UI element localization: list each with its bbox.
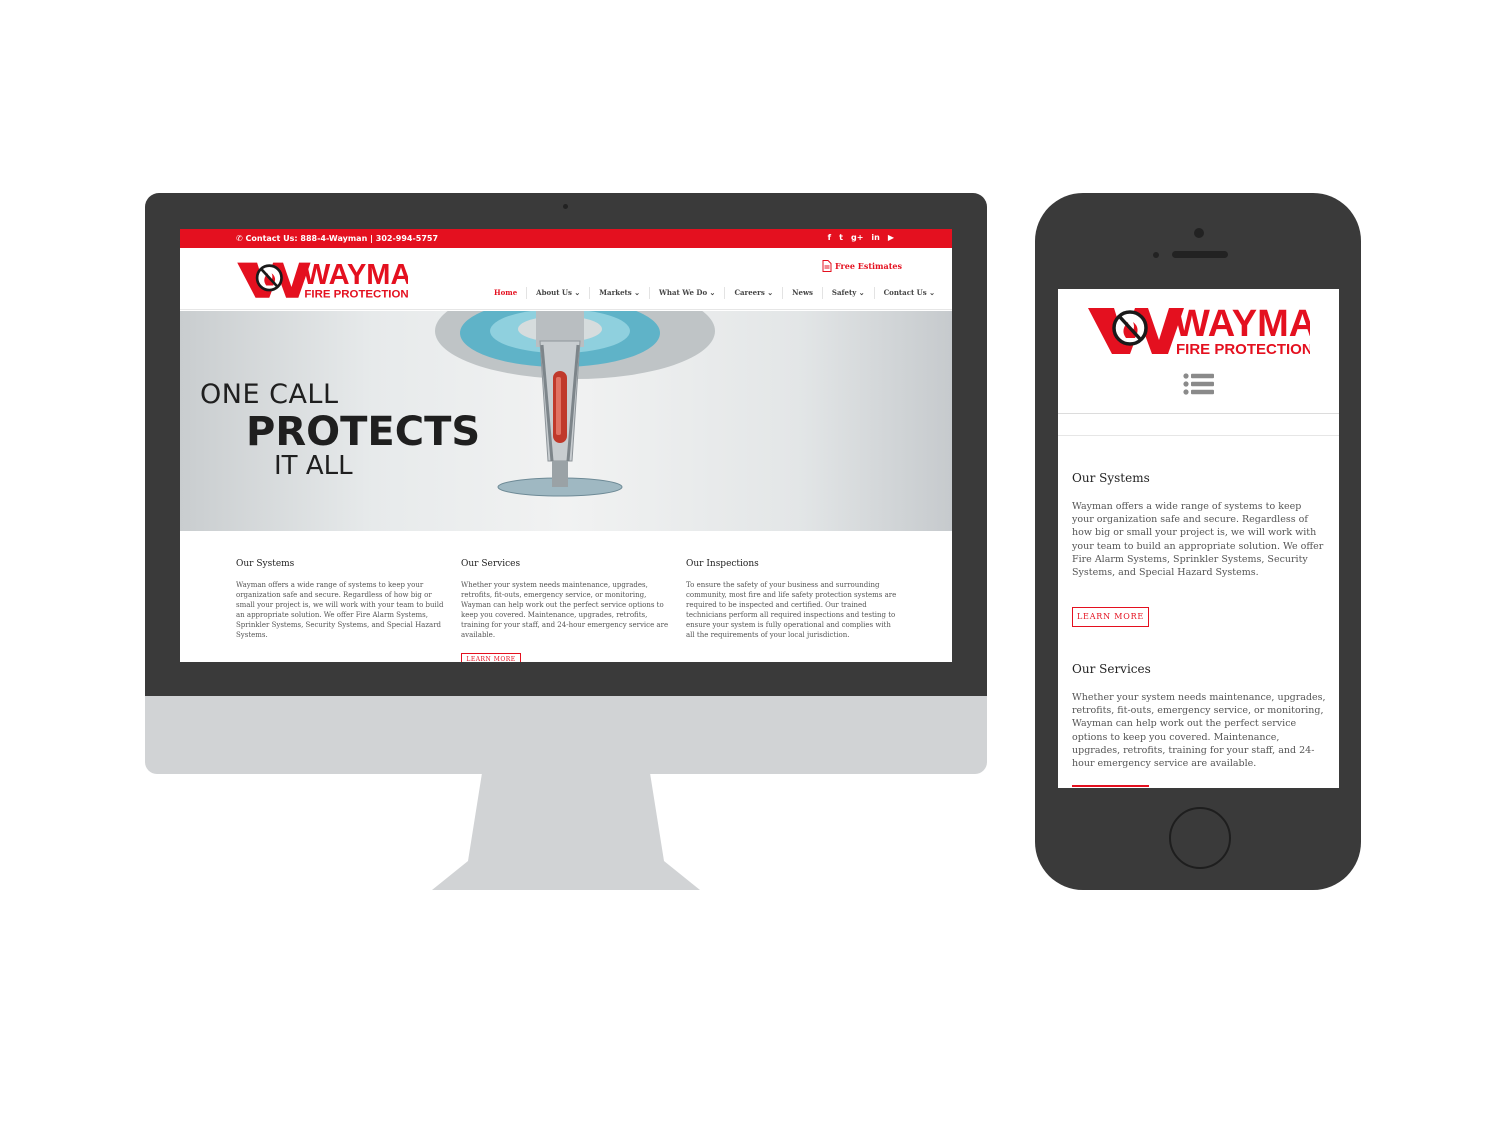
nav-item-careers[interactable]: Careers ⌄: [725, 287, 784, 299]
desktop-screen: ✆ Contact Us: 888-4-Wayman | 302-994-575…: [180, 229, 952, 662]
logo-tagline: FIRE PROTECTION: [304, 289, 408, 300]
nav-item-contact-us[interactable]: Contact Us ⌄: [875, 287, 944, 299]
section-title: Our Services: [1072, 662, 1151, 676]
youtube-icon[interactable]: ▶: [888, 233, 894, 242]
nav-label: Home: [494, 288, 518, 297]
section-body: To ensure the safety of your business an…: [686, 581, 897, 639]
learn-more-button-partial[interactable]: [1072, 785, 1149, 788]
wayman-logo[interactable]: WAYMAN FIRE PROTECTION: [236, 258, 408, 300]
nav-label: Careers: [734, 288, 765, 297]
nav-label: What We Do: [659, 288, 708, 297]
section-body: Wayman offers a wide range of systems to…: [1072, 501, 1324, 579]
mobile-section-our-systems: Our Systems Wayman offers a wide range o…: [1072, 471, 1326, 579]
phone-home-button[interactable]: [1169, 807, 1231, 869]
nav-item-safety[interactable]: Safety ⌄: [823, 287, 875, 299]
nav-item-about-us[interactable]: About Us ⌄: [527, 287, 591, 299]
logo-wordmark: WAYMAN: [303, 259, 408, 291]
section-title: Our Services: [461, 559, 521, 569]
free-estimates-label: Free Estimates: [835, 261, 902, 271]
mobile-section-our-services: Our Services Whether your system needs m…: [1072, 662, 1326, 770]
wayman-logo[interactable]: WAYMAN FIRE PROTECTION: [1088, 302, 1310, 357]
column-our-services: Our Services Whether your system needs m…: [461, 559, 673, 640]
facebook-icon[interactable]: f: [828, 233, 831, 242]
phone-sensor: [1153, 252, 1159, 258]
site-header: WAYMAN FIRE PROTECTION Free Estimates Ho…: [180, 248, 952, 310]
chevron-down-icon: ⌄: [707, 288, 716, 297]
nav-label: About Us: [536, 288, 572, 297]
contact-info[interactable]: ✆ Contact Us: 888-4-Wayman | 302-994-575…: [236, 234, 438, 243]
chevron-down-icon: ⌄: [571, 288, 581, 297]
phone-speaker: [1172, 251, 1228, 258]
hero-banner: ONE CALL PROTECTS IT ALL: [180, 311, 952, 531]
section-title: Our Systems: [1072, 471, 1150, 485]
chevron-down-icon: ⌄: [631, 288, 641, 297]
section-title: Our Systems: [236, 559, 295, 569]
chevron-down-icon: ⌄: [856, 288, 865, 297]
logo-wordmark: WAYMAN: [1174, 303, 1310, 345]
linkedin-icon[interactable]: in: [871, 233, 879, 242]
monitor-chin: [145, 696, 987, 774]
hero-line-1: ONE CALL: [200, 379, 339, 410]
phone-icon: ✆: [236, 234, 246, 243]
free-estimates-link[interactable]: Free Estimates: [822, 260, 902, 272]
section-title: Our Inspections: [686, 559, 759, 569]
contact-text: Contact Us: 888-4-Wayman | 302-994-5757: [245, 234, 439, 243]
section-body: Wayman offers a wide range of systems to…: [236, 581, 444, 639]
logo-tagline: FIRE PROTECTION: [1176, 341, 1310, 357]
divider: [1058, 435, 1339, 436]
nav-item-home[interactable]: Home: [485, 287, 528, 299]
monitor-stand: [432, 773, 700, 890]
phone-camera: [1194, 228, 1204, 238]
social-links: f t g+ in ▶: [828, 233, 894, 242]
google-plus-icon[interactable]: g+: [851, 233, 863, 242]
monitor-camera: [563, 204, 568, 209]
column-our-systems: Our Systems Wayman offers a wide range o…: [236, 559, 448, 640]
section-body: Whether your system needs maintenance, u…: [461, 581, 669, 639]
main-nav: Home About Us ⌄ Markets ⌄ What We Do ⌄ C…: [485, 287, 944, 299]
twitter-icon[interactable]: t: [839, 233, 843, 242]
section-body: Whether your system needs maintenance, u…: [1072, 692, 1326, 770]
nav-item-markets[interactable]: Markets ⌄: [590, 287, 651, 299]
hero-line-2: PROTECTS: [246, 409, 480, 455]
list-menu-icon[interactable]: [1183, 373, 1214, 395]
learn-more-button[interactable]: LEARN MORE: [461, 653, 521, 662]
content-columns: Our Systems Wayman offers a wide range o…: [180, 531, 952, 662]
nav-item-news[interactable]: News: [783, 287, 823, 299]
document-icon: [822, 260, 832, 272]
nav-label: Markets: [599, 288, 632, 297]
sprinkler-image: ONE CALL PROTECTS IT ALL: [200, 311, 715, 497]
nav-label: News: [792, 288, 813, 297]
nav-label: Contact Us: [883, 288, 927, 297]
nav-label: Safety: [831, 288, 857, 297]
divider: [1058, 413, 1339, 414]
mobile-screen: WAYMAN FIRE PROTECTION Our Systems Wayma…: [1058, 289, 1339, 788]
column-our-inspections: Our Inspections To ensure the safety of …: [686, 559, 898, 640]
nav-item-what-we-do[interactable]: What We Do ⌄: [650, 287, 726, 299]
chevron-down-icon: ⌄: [926, 288, 935, 297]
learn-more-button[interactable]: LEARN MORE: [1072, 607, 1149, 627]
top-bar: ✆ Contact Us: 888-4-Wayman | 302-994-575…: [180, 229, 952, 248]
hero-line-3: IT ALL: [274, 451, 353, 481]
chevron-down-icon: ⌄: [764, 288, 774, 297]
